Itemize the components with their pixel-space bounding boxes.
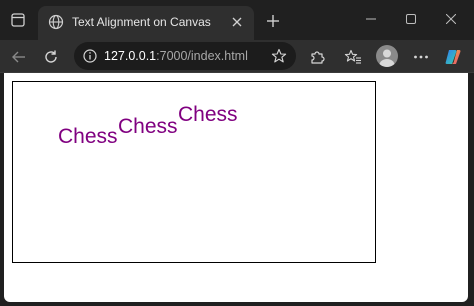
close-icon[interactable] xyxy=(228,13,246,31)
tab-title: Text Alignment on Canvas xyxy=(72,15,211,29)
puzzle-icon[interactable] xyxy=(304,44,330,70)
canvas-text-right: Chess xyxy=(178,103,238,126)
star-icon[interactable] xyxy=(270,47,288,65)
favorites-icon[interactable] xyxy=(340,44,366,70)
toolbar: 127.0.0.1:7000/index.html xyxy=(0,40,474,73)
globe-icon xyxy=(48,14,64,30)
close-icon[interactable] xyxy=(436,8,466,30)
minimize-icon[interactable] xyxy=(356,8,386,30)
back-arrow-icon[interactable] xyxy=(6,44,32,70)
url-text: 127.0.0.1:7000/index.html xyxy=(104,48,248,64)
copilot-icon[interactable] xyxy=(440,44,466,70)
plus-icon[interactable] xyxy=(262,10,284,32)
canvas-text-left: Chess xyxy=(58,125,118,148)
canvas[interactable]: Chess Chess Chess xyxy=(12,81,376,263)
browser-window: Text Alignment on Canvas 127.0.0.1:7000/… xyxy=(0,0,474,306)
address-bar[interactable]: 127.0.0.1:7000/index.html xyxy=(74,42,296,70)
tab-strip: Text Alignment on Canvas xyxy=(0,0,474,40)
refresh-icon[interactable] xyxy=(38,44,64,70)
more-icon[interactable] xyxy=(408,44,434,70)
canvas-text-center: Chess xyxy=(118,115,178,138)
tab-active[interactable]: Text Alignment on Canvas xyxy=(38,6,254,40)
maximize-icon[interactable] xyxy=(396,8,426,30)
avatar[interactable] xyxy=(376,45,398,67)
tab-actions-icon[interactable] xyxy=(6,8,30,32)
info-icon[interactable] xyxy=(82,48,98,64)
url-host: 127.0.0.1 xyxy=(104,49,157,63)
url-path: :7000/index.html xyxy=(156,49,248,63)
page-viewport: Chess Chess Chess xyxy=(4,73,468,302)
